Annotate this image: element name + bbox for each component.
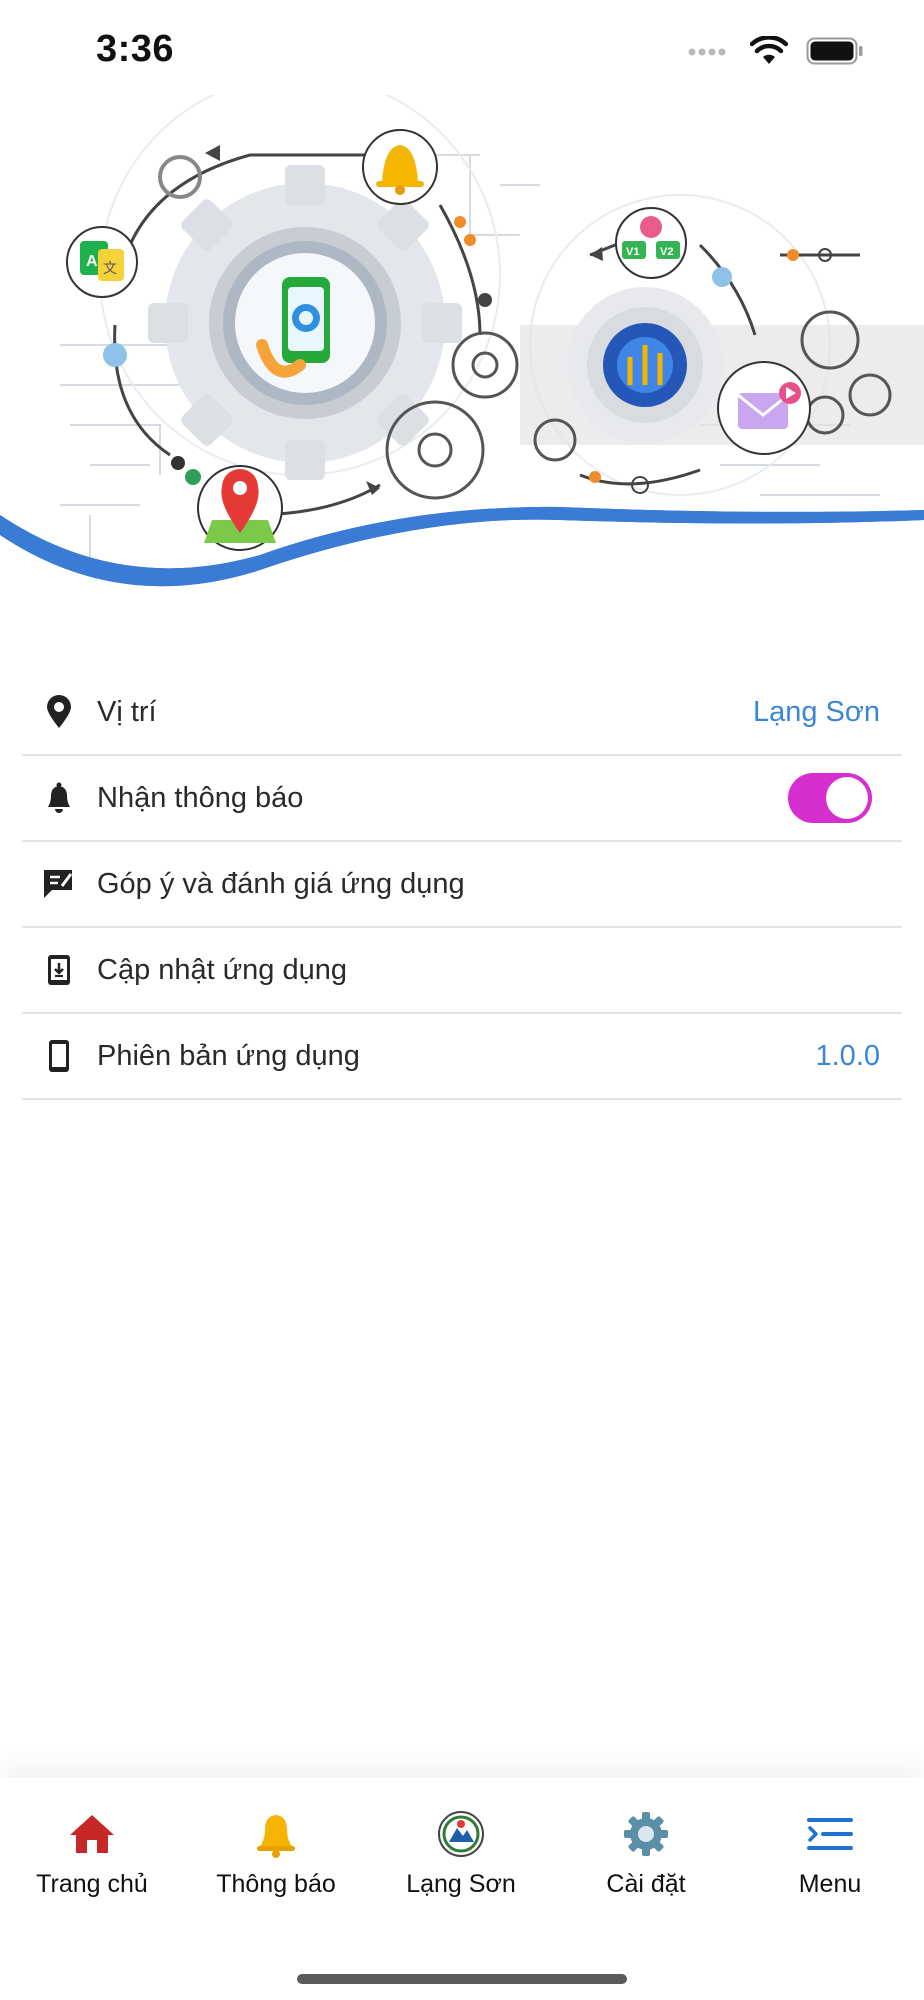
tab-menu[interactable]: Menu (755, 1808, 905, 1908)
notifications-label: Nhận thông báo (97, 781, 304, 814)
translate-glyph-a: A (86, 253, 98, 270)
tab-label: Thông báo (216, 1870, 336, 1898)
translate-bubble-icon: A 文 (66, 226, 138, 298)
version-value: 1.0.0 (815, 1039, 881, 1072)
settings-row-version: Phiên bản ứng dụng 1.0.0 (22, 1014, 902, 1100)
version-upgrade-bubble-icon: V1 V2 (615, 207, 687, 279)
status-bar: 3:36 (0, 0, 924, 100)
battery-icon (806, 37, 864, 70)
tab-settings[interactable]: Cài đặt (571, 1808, 721, 1908)
tab-lang-son[interactable]: Lạng Sơn (386, 1808, 536, 1908)
home-icon (66, 1808, 118, 1860)
main-gear-icon (148, 165, 462, 480)
feedback-label: Góp ý và đánh giá ứng dụng (97, 867, 465, 900)
bell-icon (250, 1808, 302, 1860)
wifi-icon (749, 35, 789, 71)
settings-list: Vị trí Lạng Sơn Nhận thông báo Góp ý và … (22, 670, 902, 1100)
location-label: Vị trí (97, 695, 157, 728)
settings-gear-icon (567, 287, 723, 443)
tab-label: Menu (798, 1870, 862, 1898)
home-indicator[interactable] (297, 1974, 627, 1984)
tab-home[interactable]: Trang chủ (17, 1808, 167, 1908)
version-badge-v2: V2 (660, 246, 673, 258)
map-pin-bubble-icon (197, 465, 283, 551)
feedback-icon (42, 867, 76, 901)
mail-bubble-icon (717, 361, 811, 455)
settings-row-update[interactable]: Cập nhật ứng dụng (22, 928, 902, 1014)
province-emblem-icon (435, 1808, 487, 1860)
bottom-tab-bar: Trang chủ Thông báo Lạng Sơn Cài đặt Men… (0, 1778, 924, 2000)
status-icons (688, 35, 864, 71)
settings-row-notifications: Nhận thông báo (22, 756, 902, 842)
tab-notifications[interactable]: Thông báo (201, 1808, 351, 1908)
notification-bell-bubble-icon (362, 129, 438, 205)
version-badge-v1: V1 (626, 246, 639, 258)
location-value[interactable]: Lạng Sơn (753, 696, 880, 729)
hero-banner: A 文 V1 V2 (0, 95, 924, 630)
notifications-toggle[interactable] (788, 773, 872, 823)
translate-glyph-b: 文 (103, 261, 117, 277)
system-update-icon (42, 953, 76, 987)
bell-icon (42, 781, 76, 815)
tab-label: Trang chủ (36, 1870, 148, 1898)
settings-row-location[interactable]: Vị trí Lạng Sơn (22, 670, 902, 756)
smartphone-icon (42, 1039, 76, 1073)
tab-label: Cài đặt (606, 1870, 686, 1898)
toggle-knob (826, 777, 868, 819)
version-label: Phiên bản ứng dụng (97, 1039, 360, 1072)
signal-icon (688, 45, 732, 63)
menu-icon (804, 1808, 856, 1860)
update-label: Cập nhật ứng dụng (97, 953, 347, 986)
location-pin-icon (42, 695, 76, 729)
tab-label: Lạng Sơn (406, 1870, 516, 1898)
status-time: 3:36 (96, 28, 175, 70)
settings-row-feedback[interactable]: Góp ý và đánh giá ứng dụng (22, 842, 902, 928)
gear-icon (620, 1808, 672, 1860)
